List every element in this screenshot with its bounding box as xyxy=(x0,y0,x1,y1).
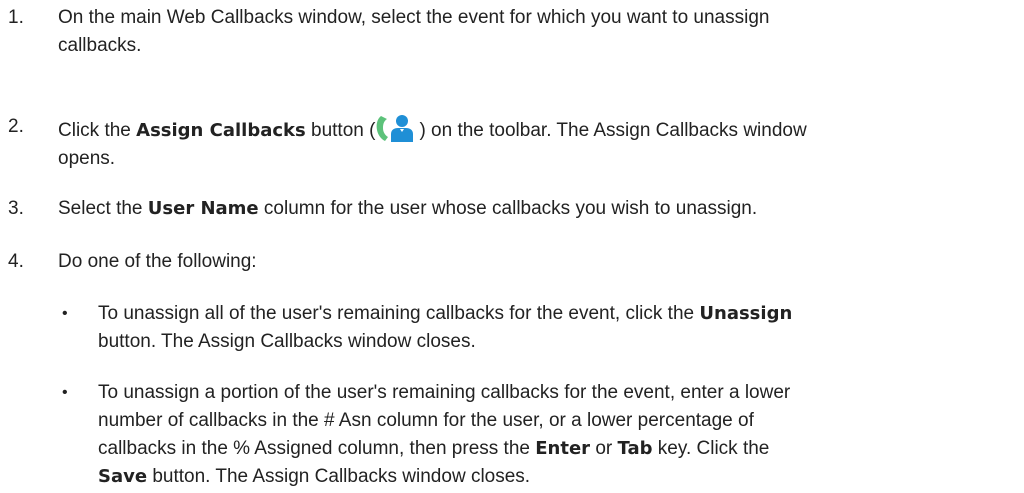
text-run: button ( xyxy=(305,120,376,141)
bullet-line: To unassign all of the user's remaining … xyxy=(98,300,1010,328)
step-number: 1. xyxy=(8,7,24,28)
ui-term: User Name xyxy=(147,198,259,219)
step-line: On the main Web Callbacks window, select… xyxy=(58,7,770,28)
assign-callbacks-icon xyxy=(375,113,419,143)
step-number: 3. xyxy=(8,198,24,219)
bullet-line: Save button. The Assign Callbacks window… xyxy=(98,463,1010,491)
ui-term: Save xyxy=(98,466,148,487)
text-run: ) on the toolbar. The Assign Callbacks w… xyxy=(419,120,807,141)
text-run: Select the xyxy=(58,198,148,219)
text-run: column for the user whose callbacks you … xyxy=(258,198,758,219)
bullet-symbol: • xyxy=(62,305,68,322)
text-run: callbacks in the % Assigned column, then… xyxy=(98,438,536,459)
bullet-line: callbacks in the % Assigned column, then… xyxy=(98,435,1010,463)
bullet-line: To unassign a portion of the user's rema… xyxy=(98,382,791,403)
step-number: 2. xyxy=(8,116,24,137)
step-line: Click the Assign Callbacks button ( ) on… xyxy=(58,113,1006,145)
text-run: key. Click the xyxy=(652,438,770,459)
bullet-text: To unassign a portion of the user's rema… xyxy=(98,379,1010,491)
ui-term: Assign Callbacks xyxy=(136,120,306,141)
ui-term: Tab xyxy=(617,438,653,459)
help-document: 1. On the main Web Callbacks window, sel… xyxy=(0,0,1024,493)
bullet-symbol: • xyxy=(62,384,68,401)
step-line: callbacks. xyxy=(58,35,142,56)
step-text: On the main Web Callbacks window, select… xyxy=(58,4,1006,60)
bullet-line: number of callbacks in the # Asn column … xyxy=(98,410,754,431)
text-run: To unassign all of the user's remaining … xyxy=(98,303,700,324)
step-text: Click the Assign Callbacks button ( ) on… xyxy=(58,113,1006,173)
step-text: Do one of the following: xyxy=(58,248,1006,276)
bullet-text: To unassign all of the user's remaining … xyxy=(98,300,1010,356)
step-text: Select the User Name column for the user… xyxy=(58,195,1006,223)
text-run: Click the xyxy=(58,120,137,141)
ui-term: Enter xyxy=(535,438,591,459)
text-run: or xyxy=(590,438,618,459)
bullet-line: button. The Assign Callbacks window clos… xyxy=(98,331,476,352)
step-line: Do one of the following: xyxy=(58,251,257,272)
step-number: 4. xyxy=(8,251,24,272)
text-run: button. The Assign Callbacks window clos… xyxy=(147,466,531,487)
ui-term: Unassign xyxy=(699,303,793,324)
step-line: Select the User Name column for the user… xyxy=(58,195,1006,223)
step-line: opens. xyxy=(58,148,116,169)
